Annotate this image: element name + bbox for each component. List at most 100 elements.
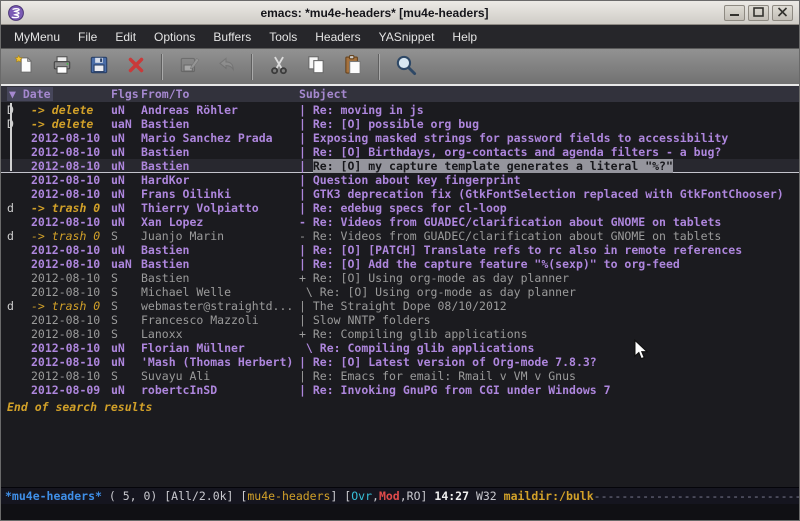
message-row[interactable]: 2012-08-10uNBastien| Re: [O] my capture … — [1, 159, 799, 173]
message-tail: | Re: [O] Latest version of Org-mode 7.8… — [299, 355, 799, 369]
message-row[interactable]: 2012-08-10SFrancesco Mazzoli| Slow NNTP … — [1, 313, 799, 327]
cut-button[interactable] — [263, 52, 295, 82]
message-tail: | Re: [O] possible org bug — [299, 117, 799, 131]
minimize-window-button[interactable] — [724, 5, 745, 21]
message-tail: | Re: Invoking GnuPG from CGI under Wind… — [299, 383, 799, 397]
message-subject: Slow NNTP folders — [313, 313, 431, 327]
message-tail: | Exposing masked strings for password f… — [299, 131, 799, 145]
menu-headers[interactable]: Headers — [306, 27, 369, 47]
message-flags: uaN — [111, 257, 141, 271]
message-flags: S — [111, 327, 141, 341]
message-date: 2012-08-10 — [31, 271, 111, 285]
emacs-window: emacs: *mu4e-headers* [mu4e-headers] MyM… — [0, 0, 800, 521]
search-button[interactable] — [390, 52, 422, 82]
message-tail: | Re: Emacs for email: Rmail v VM v Gnus — [299, 369, 799, 383]
titlebar: emacs: *mu4e-headers* [mu4e-headers] — [1, 1, 799, 25]
menu-file[interactable]: File — [69, 27, 106, 47]
message-row[interactable]: 2012-08-10uaNBastien| Re: [O] Add the ca… — [1, 257, 799, 271]
paste-button[interactable] — [337, 52, 369, 82]
headers-buffer: D-> deleteuNAndreas Röhler| Re: moving i… — [1, 102, 799, 487]
message-tail: + Re: Compiling glib applications — [299, 327, 799, 341]
column-header-date[interactable]: ▼ Date — [7, 87, 111, 101]
message-row[interactable]: 2012-08-10uNFlorian Müllner \ Re: Compil… — [1, 341, 799, 355]
copy-button[interactable] — [300, 52, 332, 82]
message-subject: Re: [O] Using org-mode as day planner — [313, 271, 569, 285]
modeline-read-only: RO — [407, 489, 421, 503]
message-row[interactable]: d-> trash 0Swebmaster@straightd...| The … — [1, 299, 799, 313]
message-from: Lanoxx — [141, 327, 299, 341]
message-row[interactable]: 2012-08-10SLanoxx+ Re: Compiling glib ap… — [1, 327, 799, 341]
message-row[interactable]: 2012-08-10uNBastien| Re: [O] Birthdays, … — [1, 145, 799, 159]
print-button[interactable] — [46, 52, 78, 82]
message-from: Frans Oilinki — [141, 187, 299, 201]
message-flags: uN — [111, 201, 141, 215]
message-row[interactable]: 2012-08-10SSuvayu Ali| Re: Emacs for ema… — [1, 369, 799, 383]
message-from: Bastien — [141, 271, 299, 285]
toolbar-separator — [251, 54, 253, 80]
end-of-search-results: End of search results — [1, 400, 799, 414]
message-row[interactable]: 2012-08-10uN'Mash (Thomas Herbert)| Re: … — [1, 355, 799, 369]
message-date: 2012-08-10 — [31, 243, 111, 257]
thread-indicator: | — [299, 117, 313, 131]
menu-mymenu[interactable]: MyMenu — [5, 27, 69, 47]
message-tail: | Re: [O] [PATCH] Translate refs to rc a… — [299, 243, 799, 257]
menu-buffers[interactable]: Buffers — [204, 27, 260, 47]
menu-help[interactable]: Help — [443, 27, 486, 47]
message-from: Florian Müllner — [141, 341, 299, 355]
column-header-flags[interactable]: Flgs — [111, 87, 141, 101]
save-button[interactable] — [83, 52, 115, 82]
close-button[interactable] — [120, 52, 152, 82]
close-window-button[interactable] — [772, 5, 793, 21]
message-flags: uN — [111, 215, 141, 229]
message-from: Bastien — [141, 257, 299, 271]
message-row[interactable]: 2012-08-10uNFrans Oilinki| GTK3 deprecat… — [1, 187, 799, 201]
message-from: Xan Lopez — [141, 215, 299, 229]
thread-indicator: | — [299, 201, 313, 215]
message-tail: | Re: [O] my capture template generates … — [299, 159, 799, 173]
message-row[interactable]: 2012-08-09uNrobertcInSD| Re: Invoking Gn… — [1, 383, 799, 397]
message-from: Juanjo Marin — [141, 229, 299, 243]
thread-indicator: | — [299, 187, 313, 201]
message-row[interactable]: 2012-08-10uNMario Sanchez Prada| Exposin… — [1, 131, 799, 145]
message-from: Bastien — [141, 117, 299, 131]
scrollbar[interactable] — [1, 102, 13, 487]
message-row[interactable]: 2012-08-10SBastien+ Re: [O] Using org-mo… — [1, 271, 799, 285]
menu-tools[interactable]: Tools — [260, 27, 306, 47]
echo-area — [1, 504, 799, 521]
message-row[interactable]: 2012-08-10uNXan Lopez- Re: Videos from G… — [1, 215, 799, 229]
new-file-button[interactable] — [9, 52, 41, 82]
thread-indicator: - — [299, 229, 313, 243]
message-row[interactable]: D-> deleteuaNBastien| Re: [O] possible o… — [1, 117, 799, 131]
message-flags: S — [111, 271, 141, 285]
message-tail: - Re: Videos from GUADEC/clarification a… — [299, 215, 799, 229]
message-flags: uN — [111, 383, 141, 397]
emacs-app-icon — [7, 4, 25, 22]
column-header-subject[interactable]: Subject — [299, 87, 799, 101]
message-row[interactable]: d-> trash 0uNThierry Volpiatto| Re: edeb… — [1, 201, 799, 215]
mark-action-label: -> trash 0 — [31, 299, 111, 313]
scrollbar-thumb[interactable] — [10, 103, 12, 171]
menu-yasnippet[interactable]: YASnippet — [370, 27, 444, 47]
sort-indicator: ▼ Date — [7, 87, 53, 101]
thread-indicator: | — [299, 243, 313, 257]
message-date: 2012-08-10 — [31, 145, 111, 159]
menu-edit[interactable]: Edit — [106, 27, 145, 47]
column-header-from[interactable]: From/To — [141, 87, 299, 101]
thread-indicator: | — [299, 313, 313, 327]
message-flags: uN — [111, 159, 141, 173]
message-row[interactable]: d-> trash 0SJuanjo Marin- Re: Videos fro… — [1, 229, 799, 243]
modeline-overwrite: Ovr — [351, 489, 372, 503]
message-from: robertcInSD — [141, 383, 299, 397]
thread-indicator: | — [299, 173, 313, 187]
message-subject: Re: [O] Birthdays, org-contacts and agen… — [313, 145, 722, 159]
message-row[interactable]: 2012-08-10uNBastien| Re: [O] [PATCH] Tra… — [1, 243, 799, 257]
message-subject: Re: Invoking GnuPG from CGI under Window… — [313, 383, 611, 397]
thread-indicator: \ — [299, 285, 320, 299]
modeline-comma: , — [400, 489, 407, 503]
menu-options[interactable]: Options — [145, 27, 204, 47]
message-row[interactable]: 2012-08-10SMichael Welle \ Re: [O] Using… — [1, 285, 799, 299]
message-row[interactable]: 2012-08-10uNHardKor| Question about key … — [1, 173, 799, 187]
maximize-window-button[interactable] — [748, 5, 769, 21]
message-subject: Re: [O] Using org-mode as day planner — [320, 285, 576, 299]
message-row[interactable]: D-> deleteuNAndreas Röhler| Re: moving i… — [1, 103, 799, 117]
